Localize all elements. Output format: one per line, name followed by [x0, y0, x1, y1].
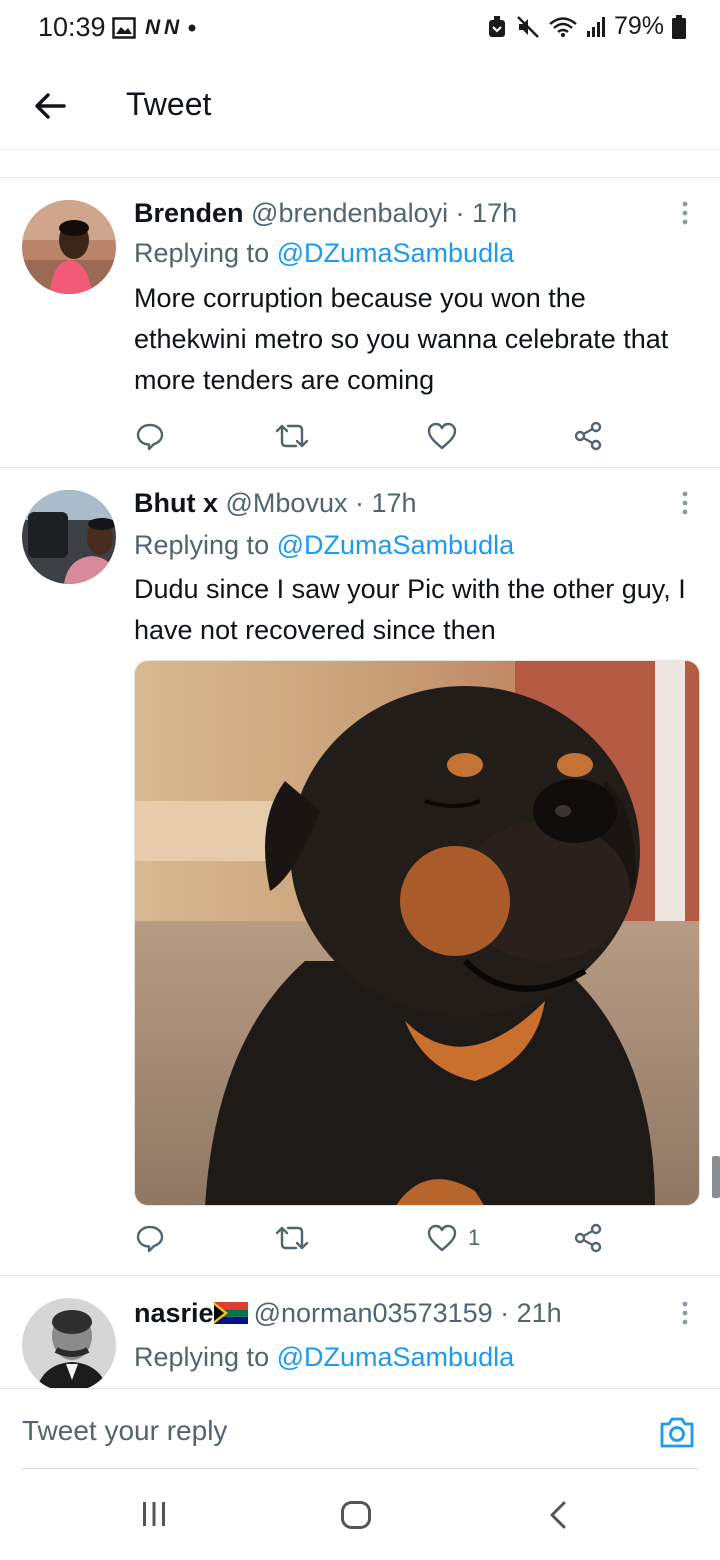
- heart-icon: [427, 422, 457, 450]
- replying-to: Replying to @DZumaSambudla: [134, 238, 514, 269]
- display-name[interactable]: nasrie: [134, 1298, 214, 1328]
- replying-to: Replying to @DZumaSambudla: [134, 1342, 514, 1373]
- reply-composer: Tweet your reply: [0, 1388, 720, 1470]
- comment-icon: [136, 423, 164, 451]
- mention-link[interactable]: @DZumaSambudla: [277, 1342, 515, 1372]
- replying-to-label: Replying to: [134, 1342, 277, 1372]
- system-navigation-bar: [0, 1470, 720, 1560]
- recent-apps-icon: [143, 1502, 165, 1526]
- like-button[interactable]: [426, 418, 468, 454]
- top-app-bar: Tweet: [0, 64, 720, 150]
- system-icons: 79%: [486, 12, 686, 41]
- replying-to-label: Replying to: [134, 530, 277, 560]
- avatar-photo: [22, 1298, 116, 1392]
- user-handle[interactable]: @brendenbaloyi · 17h: [251, 198, 517, 228]
- home-button[interactable]: [340, 1500, 372, 1535]
- tweet-actions: [134, 418, 634, 458]
- avatar-photo: [22, 200, 116, 294]
- tweet-header: nasrie @norman03573159 · 21h: [134, 1298, 562, 1329]
- mute-icon: [517, 15, 539, 38]
- status-bar: 10:39 N N 79%: [0, 0, 720, 56]
- replying-to-label: Replying to: [134, 238, 277, 268]
- display-name[interactable]: Bhut x: [134, 488, 218, 518]
- user-handle[interactable]: @norman03573159 · 21h: [254, 1298, 562, 1328]
- notification-letters: N N: [145, 16, 179, 39]
- retweet-button[interactable]: [274, 1220, 310, 1256]
- share-icon: [574, 421, 602, 451]
- avatar-photo: [22, 490, 116, 584]
- retweet-button[interactable]: [274, 418, 310, 454]
- scrollbar-thumb[interactable]: [712, 1156, 720, 1198]
- wifi-icon: [549, 16, 577, 37]
- avatar[interactable]: [22, 200, 116, 294]
- home-icon: [341, 1501, 371, 1529]
- input-underline: [22, 1468, 698, 1469]
- avatar[interactable]: [22, 1298, 116, 1392]
- recent-apps-button[interactable]: [140, 1500, 168, 1533]
- status-time: 10:39: [38, 12, 106, 42]
- tweet-text: More corruption because you won the ethe…: [134, 283, 669, 395]
- battery-percent: 79%: [613, 12, 664, 40]
- more-options-button[interactable]: [680, 1300, 690, 1328]
- gallery-icon: [112, 17, 136, 39]
- camera-button[interactable]: [658, 1415, 696, 1454]
- battery-icon: [672, 14, 686, 39]
- signal-icon: [586, 16, 605, 37]
- tweet-header: Bhut x @Mbovux · 17h: [134, 488, 417, 519]
- retweet-icon: [275, 424, 309, 448]
- more-vertical-icon: [682, 491, 688, 515]
- tweet-actions: 1: [134, 1220, 634, 1260]
- tweet-header: Brenden @brendenbaloyi · 17h: [134, 198, 517, 229]
- page-title: Tweet: [126, 86, 212, 122]
- more-vertical-icon: [682, 201, 688, 225]
- reply-button[interactable]: [134, 418, 166, 454]
- more-vertical-icon: [682, 1301, 688, 1325]
- avatar[interactable]: [22, 490, 116, 584]
- share-button[interactable]: [572, 418, 604, 454]
- arrow-left-icon: [35, 93, 66, 119]
- mention-link[interactable]: @DZumaSambudla: [277, 238, 515, 268]
- share-button[interactable]: [572, 1220, 604, 1256]
- notification-icons: N N: [112, 16, 197, 40]
- back-button[interactable]: [30, 86, 70, 126]
- share-icon: [574, 1223, 602, 1253]
- like-button[interactable]: 1: [426, 1220, 480, 1256]
- tweet-text: Dudu since I saw your Pic with the other…: [134, 574, 686, 645]
- retweet-icon: [275, 1226, 309, 1250]
- alarm-icon: [488, 15, 505, 37]
- camera-icon: [660, 1417, 694, 1448]
- tweet-media-image[interactable]: [134, 660, 700, 1206]
- more-options-button[interactable]: [680, 490, 690, 518]
- rottweiler-photo: [135, 661, 699, 1205]
- user-handle[interactable]: @Mbovux · 17h: [226, 488, 417, 518]
- reply-tweet[interactable]: nasrie @norman03573159 · 21h Replying to…: [0, 1276, 720, 1392]
- replying-to: Replying to @DZumaSambudla: [134, 530, 514, 561]
- like-count: 1: [468, 1225, 481, 1250]
- reply-button[interactable]: [134, 1220, 166, 1256]
- display-name[interactable]: Brenden: [134, 198, 244, 228]
- heart-icon: [427, 1224, 457, 1252]
- more-options-button[interactable]: [680, 200, 690, 228]
- chevron-left-icon: [550, 1501, 566, 1529]
- south-africa-flag-icon: [213, 1302, 248, 1324]
- back-nav-button[interactable]: [546, 1500, 570, 1535]
- reply-input[interactable]: Tweet your reply: [22, 1415, 227, 1447]
- reply-tweet[interactable]: Brenden @brendenbaloyi · 17h Replying to…: [0, 178, 720, 468]
- comment-icon: [136, 1225, 164, 1253]
- dot-icon: [188, 24, 196, 32]
- mention-link[interactable]: @DZumaSambudla: [277, 530, 515, 560]
